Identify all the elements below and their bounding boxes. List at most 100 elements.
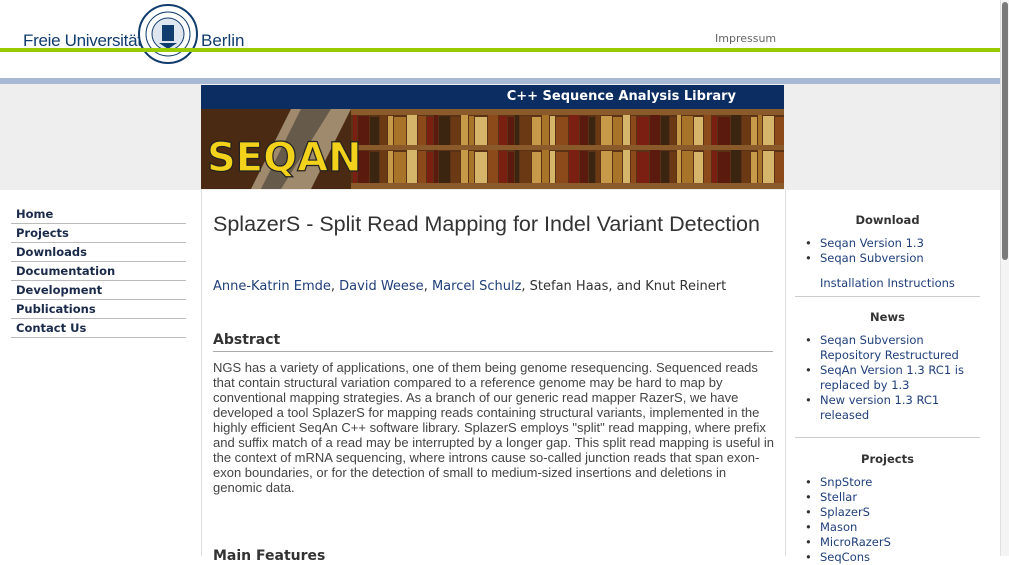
seqan-banner: C++ Sequence Analysis Library SEQAN	[201, 85, 784, 189]
book-spine	[542, 115, 549, 145]
list-item[interactable]: SnpStore	[795, 475, 980, 490]
main-features-heading: Main Features	[213, 548, 326, 564]
book-spine	[508, 117, 514, 145]
banner-title: C++ Sequence Analysis Library	[506, 89, 736, 104]
abstract-heading: Abstract	[213, 332, 773, 352]
book-spine	[451, 152, 460, 183]
book-spine	[650, 150, 660, 183]
list-item[interactable]: Mason	[795, 520, 980, 535]
list-item[interactable]: Seqan Version 1.3	[795, 236, 980, 251]
project-link[interactable]: SplazerS	[820, 505, 870, 519]
book-spine	[499, 116, 507, 145]
book-spine	[751, 117, 757, 145]
book-spine	[532, 152, 541, 183]
list-item[interactable]: Seqan Subversion	[795, 251, 980, 266]
book-spine	[418, 151, 426, 183]
book-spine	[469, 151, 474, 183]
book-spine	[451, 117, 460, 145]
book-spine	[731, 150, 741, 183]
abstract-text: NGS has a variety of applications, one o…	[213, 360, 775, 495]
book-spine	[515, 150, 519, 183]
book-spine	[556, 117, 568, 145]
book-spine	[434, 115, 438, 145]
header-accent-line	[0, 48, 1000, 52]
vertical-scrollbar[interactable]	[1000, 0, 1009, 556]
book-spine	[758, 150, 762, 183]
book-spine	[488, 150, 498, 183]
book-spine	[731, 115, 741, 145]
news-link[interactable]: New version 1.3 RC1 released	[820, 393, 939, 422]
book-spine	[461, 115, 468, 145]
nav-development[interactable]: Development	[11, 281, 186, 300]
book-spine	[677, 150, 681, 183]
book-spine	[569, 150, 579, 183]
author-link[interactable]: David Weese	[339, 279, 424, 294]
seqan-logo-bookshelf-image: SEQAN	[201, 109, 784, 189]
project-link[interactable]: Mason	[820, 520, 857, 534]
book-spine	[613, 117, 622, 145]
book-spine	[580, 151, 588, 183]
book-spine	[394, 117, 406, 145]
book-spine	[388, 151, 393, 183]
book-spine	[718, 117, 730, 145]
list-item[interactable]: SeqCons	[795, 550, 980, 565]
news-link[interactable]: SeqAn Version 1.3 RC1 is replaced by 1.3	[820, 363, 964, 392]
nav-home[interactable]: Home	[11, 205, 186, 224]
list-item[interactable]: SplazerS	[795, 505, 980, 520]
list-item[interactable]: MicroRazerS	[795, 535, 980, 550]
book-spine	[661, 151, 669, 183]
list-item[interactable]: SeqAn Version 1.3 RC1 is replaced by 1.3	[795, 363, 980, 393]
book-spine	[758, 115, 762, 145]
book-spine	[508, 152, 514, 183]
download-link[interactable]: Seqan Version 1.3	[820, 236, 924, 250]
list-item[interactable]: Seqan Subversion Repository Restructured	[795, 333, 980, 363]
book-spine	[469, 116, 474, 145]
authors-line: Anne-Katrin Emde, David Weese, Marcel Sc…	[213, 279, 727, 294]
book-spine	[520, 151, 531, 183]
project-link[interactable]: SnpStore	[820, 475, 872, 489]
news-link[interactable]: Seqan Subversion Repository Restructured	[820, 333, 959, 362]
nav-projects[interactable]: Projects	[11, 224, 186, 243]
book-spine	[580, 116, 588, 145]
scrollbar-thumb[interactable]	[1002, 2, 1008, 260]
book-spine	[775, 117, 784, 145]
project-link[interactable]: SeqCons	[820, 550, 870, 564]
book-spine	[569, 115, 579, 145]
book-spine	[488, 115, 498, 145]
sidebar-divider	[795, 437, 980, 438]
book-spine	[380, 115, 387, 145]
list-item[interactable]: Stellar	[795, 490, 980, 505]
book-spine	[461, 150, 468, 183]
author-link[interactable]: Anne-Katrin Emde	[213, 279, 331, 294]
nav-documentation[interactable]: Documentation	[11, 262, 186, 281]
book-spine	[677, 115, 681, 145]
authors-plain: , Stefan Haas, and Knut Reinert	[521, 279, 727, 294]
nav-downloads[interactable]: Downloads	[11, 243, 186, 262]
book-spine	[434, 150, 438, 183]
book-spine	[704, 115, 711, 145]
installation-instructions-link[interactable]: Installation Instructions	[820, 276, 955, 290]
download-link[interactable]: Seqan Subversion	[820, 251, 924, 265]
download-heading: Download	[855, 213, 920, 227]
nav-contact-us[interactable]: Contact Us	[11, 319, 186, 338]
book-spine	[718, 152, 730, 183]
project-link[interactable]: MicroRazerS	[820, 535, 891, 549]
book-spine	[515, 115, 519, 145]
site-header: Freie Universität Berlin Impressum	[0, 0, 1000, 64]
book-spine	[427, 117, 433, 145]
list-item[interactable]: New version 1.3 RC1 released	[795, 393, 980, 423]
book-spine	[694, 152, 703, 183]
book-spine	[596, 150, 600, 183]
book-spine	[370, 117, 379, 145]
book-spine	[394, 152, 406, 183]
impressum-link[interactable]: Impressum	[715, 32, 776, 45]
author-link[interactable]: Marcel Schulz	[432, 279, 521, 294]
book-spine	[712, 151, 717, 183]
project-link[interactable]: Stellar	[820, 490, 857, 504]
nav-publications[interactable]: Publications	[11, 300, 186, 319]
book-spine	[556, 152, 568, 183]
book-spine	[763, 151, 774, 183]
book-spine	[623, 150, 630, 183]
university-seal-icon[interactable]	[137, 3, 199, 65]
book-spine	[589, 117, 595, 145]
